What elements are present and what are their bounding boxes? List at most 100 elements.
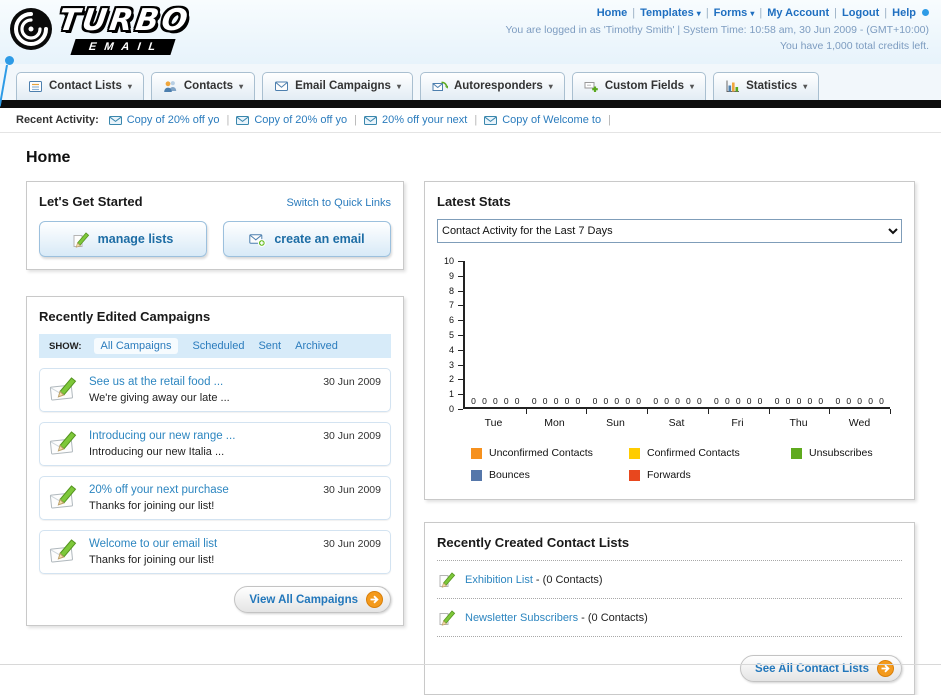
bar-value-label: 0 bbox=[796, 395, 802, 406]
nav-tab-contact-lists[interactable]: Contact Lists ▾ bbox=[16, 72, 144, 100]
chevron-down-icon: ▾ bbox=[396, 81, 401, 91]
legend-label: Bounces bbox=[489, 469, 530, 481]
recent-activity-item[interactable]: Copy of 20% off yo bbox=[236, 114, 347, 126]
contact-list-item[interactable]: Exhibition List - (0 Contacts) bbox=[437, 560, 902, 598]
campaign-list-item[interactable]: Introducing our new range ... Introducing… bbox=[39, 422, 391, 466]
view-all-campaigns-button[interactable]: View All Campaigns bbox=[234, 586, 391, 613]
top-link-home[interactable]: Home bbox=[597, 7, 628, 19]
top-link-help[interactable]: Help bbox=[892, 7, 916, 19]
campaigns-list: See us at the retail food ... We're givin… bbox=[39, 368, 391, 574]
campaign-subtitle: We're giving away our late ... bbox=[89, 392, 230, 404]
campaign-date: 30 Jun 2009 bbox=[323, 430, 381, 442]
stats-period-select[interactable]: Contact Activity for the Last 7 Days bbox=[437, 219, 902, 243]
autoresponders-icon bbox=[432, 79, 448, 93]
y-axis-tick bbox=[458, 379, 463, 381]
campaigns-tab-scheduled[interactable]: Scheduled bbox=[192, 340, 244, 352]
contact-list-link[interactable]: Newsletter Subscribers bbox=[465, 612, 578, 624]
create-an-email-button[interactable]: create an email bbox=[223, 221, 391, 257]
contact-lists-panel: Recently Created Contact Lists Exhibitio… bbox=[424, 522, 915, 695]
chevron-down-icon: ▾ bbox=[548, 81, 553, 91]
email-edit-icon bbox=[49, 430, 79, 457]
bar-value-label: 0 bbox=[575, 395, 581, 406]
chart-category-group: 00000 bbox=[769, 261, 831, 414]
campaigns-filter-tabs: All Campaigns Scheduled Sent Archived bbox=[93, 338, 338, 354]
bar-value-label: 0 bbox=[514, 395, 520, 406]
nav-tab-contacts[interactable]: Contacts ▾ bbox=[150, 72, 256, 100]
right-column: Latest Stats Contact Activity for the La… bbox=[424, 181, 915, 695]
legend-label: Confirmed Contacts bbox=[647, 447, 740, 459]
campaigns-tab-all-campaigns[interactable]: All Campaigns bbox=[93, 338, 179, 354]
chevron-down-icon: ▾ bbox=[690, 81, 695, 91]
top-nav: Home | Templates ▾ | Forms ▾ | My Account | Logo… bbox=[505, 7, 929, 19]
y-axis-tick bbox=[458, 305, 463, 307]
recent-activity-items: Copy of 20% off yo | Copy of 20% off yo | 20… bbox=[108, 114, 611, 126]
legend-item-bounces: Bounces bbox=[471, 469, 629, 481]
chevron-down-icon: ▾ bbox=[750, 9, 755, 18]
chevron-down-icon: ▾ bbox=[696, 9, 701, 18]
y-axis-tick bbox=[458, 364, 463, 366]
campaign-subtitle: Thanks for joining our list! bbox=[89, 554, 215, 566]
recent-activity-bar: Recent Activity: Copy of 20% off yo | Copy… bbox=[0, 108, 941, 133]
bar-value-label: 0 bbox=[696, 395, 702, 406]
contact-list-link[interactable]: Exhibition List bbox=[465, 574, 533, 586]
nav-tab-custom-fields[interactable]: Custom Fields ▾ bbox=[571, 72, 707, 100]
x-axis-label: Wed bbox=[848, 417, 871, 429]
legend-swatch bbox=[629, 469, 640, 481]
email-icon bbox=[108, 115, 122, 126]
email-icon bbox=[363, 115, 377, 126]
campaigns-tab-sent[interactable]: Sent bbox=[258, 340, 281, 352]
campaign-list-item[interactable]: Welcome to our email list Thanks for join… bbox=[39, 530, 391, 574]
contact-list-item[interactable]: Newsletter Subscribers - (0 Contacts) bbox=[437, 598, 902, 636]
top-link-my-account[interactable]: My Account bbox=[767, 7, 829, 19]
y-axis-tick bbox=[458, 349, 463, 351]
y-axis-tick bbox=[458, 290, 463, 292]
nav-tab-statistics[interactable]: Statistics ▾ bbox=[713, 72, 820, 100]
x-axis-label: Fri bbox=[731, 417, 744, 429]
bar-value-label: 0 bbox=[724, 395, 730, 406]
contact-list-count: - (0 Contacts) bbox=[578, 611, 648, 624]
bar-value-label: 0 bbox=[542, 395, 548, 406]
recent-activity-item[interactable]: Copy of Welcome to bbox=[484, 114, 601, 126]
nav-tab-autoresponders[interactable]: Autoresponders ▾ bbox=[419, 72, 565, 100]
view-all-campaigns-label: View All Campaigns bbox=[249, 593, 358, 606]
chevron-down-icon: ▾ bbox=[803, 81, 808, 91]
campaign-title-link[interactable]: Introducing our new range ... bbox=[89, 430, 313, 442]
page-title: Home bbox=[26, 149, 71, 166]
logo-decoration bbox=[0, 56, 14, 107]
bar-value-label: 0 bbox=[553, 395, 559, 406]
campaigns-panel: Recently Edited Campaigns SHOW: All Camp… bbox=[26, 296, 404, 626]
recent-activity-item[interactable]: 20% off your next bbox=[363, 114, 467, 126]
campaigns-tab-archived[interactable]: Archived bbox=[295, 340, 338, 352]
bar-value-label: 0 bbox=[603, 395, 609, 406]
campaign-list-item[interactable]: See us at the retail food ... We're givin… bbox=[39, 368, 391, 412]
bar-value-label: 0 bbox=[503, 395, 509, 406]
switch-quick-links-link[interactable]: Switch to Quick Links bbox=[286, 197, 391, 209]
y-axis-tick bbox=[458, 394, 463, 396]
top-link-logout[interactable]: Logout bbox=[842, 7, 879, 19]
app-window: TURBO EMAIL Home | Templates ▾ | Forms ▾ | My … bbox=[0, 0, 941, 695]
x-axis-label: Sat bbox=[668, 417, 685, 429]
custom-fields-icon bbox=[584, 79, 599, 93]
manage-lists-button[interactable]: manage lists bbox=[39, 221, 207, 257]
nav-tab-email-campaigns[interactable]: Email Campaigns ▾ bbox=[262, 72, 413, 100]
bar-value-label: 0 bbox=[564, 395, 570, 406]
pencil-icon bbox=[439, 609, 456, 626]
top-link-templates[interactable]: Templates ▾ bbox=[640, 7, 701, 19]
x-axis-label: Sun bbox=[606, 417, 625, 429]
see-all-contact-lists-button[interactable]: See All Contact Lists bbox=[740, 655, 902, 682]
campaign-list-item[interactable]: 20% off your next purchase Thanks for joi… bbox=[39, 476, 391, 520]
email-edit-icon bbox=[49, 376, 79, 403]
email-icon bbox=[236, 115, 250, 126]
x-axis-label: Mon bbox=[544, 417, 565, 429]
top-link-forms[interactable]: Forms ▾ bbox=[714, 7, 755, 19]
chevron-down-icon: ▾ bbox=[239, 81, 244, 91]
contacts-icon bbox=[163, 79, 178, 93]
recent-activity-item[interactable]: Copy of 20% off yo bbox=[108, 114, 219, 126]
bar-value-label: 0 bbox=[757, 395, 763, 406]
campaign-title-link[interactable]: 20% off your next purchase bbox=[89, 484, 313, 496]
latest-stats-title: Latest Stats bbox=[437, 194, 511, 209]
chart-plot-area: 00000000000000000000000000000000000 bbox=[463, 261, 891, 414]
bar-value-label: 0 bbox=[746, 395, 752, 406]
campaign-title-link[interactable]: Welcome to our email list bbox=[89, 538, 313, 550]
campaign-title-link[interactable]: See us at the retail food ... bbox=[89, 376, 313, 388]
